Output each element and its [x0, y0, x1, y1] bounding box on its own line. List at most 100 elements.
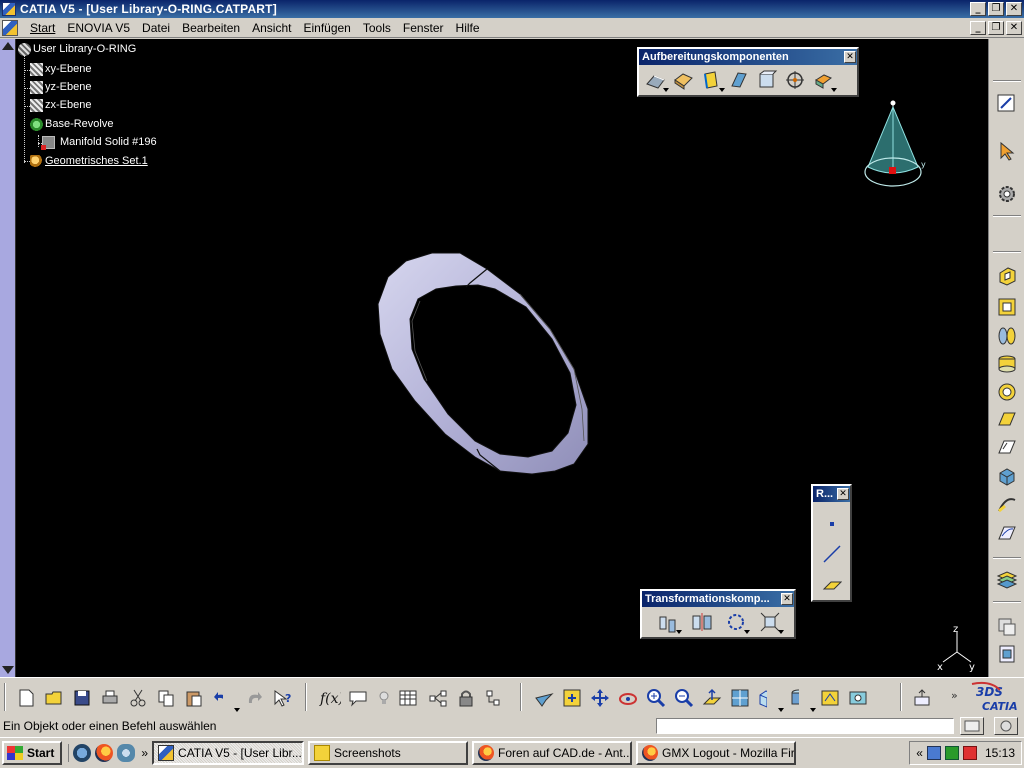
zoom-out-icon[interactable] — [672, 686, 696, 710]
print-icon[interactable] — [98, 686, 122, 710]
toolbar-close-button[interactable]: ✕ — [837, 488, 849, 500]
firefox-icon[interactable] — [95, 744, 114, 762]
groove-icon[interactable] — [995, 380, 1019, 404]
draft-tool-icon[interactable] — [699, 68, 725, 92]
toolbar-aufbereitungskomponenten[interactable]: Aufbereitungskomponenten ✕ — [637, 47, 859, 97]
shaft-icon[interactable] — [995, 324, 1019, 348]
tree-item-xy-plane[interactable]: xy-Ebene — [30, 61, 91, 77]
menu-datei[interactable]: Datei — [136, 21, 176, 35]
catia-app-icon[interactable] — [2, 2, 16, 16]
body-insert-icon[interactable] — [995, 642, 1019, 666]
tray-expand-button[interactable]: « — [916, 746, 923, 760]
doc-minimize-button[interactable]: _ — [970, 20, 986, 35]
redo-icon[interactable] — [242, 686, 266, 710]
restore-button[interactable]: ❐ — [988, 2, 1004, 16]
formula-icon[interactable]: f(x) — [318, 686, 342, 710]
paste-icon[interactable] — [182, 686, 206, 710]
toolbar-title-bar[interactable]: R... ✕ — [813, 486, 850, 502]
rotate-icon[interactable] — [616, 686, 640, 710]
toolbar-referenzelemente[interactable]: R... ✕ — [811, 484, 852, 602]
power-input-icon[interactable] — [960, 717, 984, 735]
task-catia[interactable]: CATIA V5 - [User Libr... — [152, 741, 305, 765]
boolean-icon[interactable] — [995, 614, 1019, 638]
toolbar-close-button[interactable]: ✕ — [844, 51, 856, 63]
menu-bearbeiten[interactable]: Bearbeiten — [176, 21, 246, 35]
menu-tools[interactable]: Tools — [357, 21, 397, 35]
design-table-icon[interactable] — [396, 686, 420, 710]
line-tool-icon[interactable] — [820, 542, 844, 566]
toolbar-close-button[interactable]: ✕ — [781, 593, 793, 605]
thread-tool-icon[interactable] — [783, 68, 807, 92]
minimize-button[interactable]: _ — [970, 2, 986, 16]
scroll-up-icon[interactable] — [2, 42, 14, 50]
new-document-icon[interactable] — [14, 686, 38, 710]
lock-icon[interactable] — [454, 686, 478, 710]
tree-item-base-revolve[interactable]: Base-Revolve — [30, 116, 113, 132]
scale-tool-icon[interactable] — [758, 610, 784, 634]
menu-ansicht[interactable]: Ansicht — [246, 21, 297, 35]
scroll-down-icon[interactable] — [2, 666, 14, 674]
doc-close-button[interactable]: ✕ — [1006, 20, 1022, 35]
shell-tool-icon[interactable] — [727, 68, 751, 92]
pan-icon[interactable] — [588, 686, 612, 710]
tree-item-zx-plane[interactable]: zx-Ebene — [30, 97, 91, 113]
interference-icon[interactable] — [910, 686, 934, 710]
close-button[interactable]: ✕ — [1006, 2, 1022, 16]
o-ring-model[interactable] — [360, 209, 620, 509]
task-gmx-logout[interactable]: GMX Logout - Mozilla Fire... — [636, 741, 797, 765]
menu-hilfe[interactable]: Hilfe — [450, 21, 486, 35]
removed-multi-section-icon[interactable] — [995, 521, 1019, 545]
swap-visible-space-icon[interactable] — [846, 686, 870, 710]
save-icon[interactable] — [70, 686, 94, 710]
menu-fenster[interactable]: Fenster — [397, 21, 450, 35]
solid-combine-icon[interactable] — [995, 464, 1019, 488]
task-cad-forum[interactable]: Foren auf CAD.de - Ant... — [472, 741, 633, 765]
fly-mode-icon[interactable] — [532, 686, 556, 710]
multi-view-icon[interactable] — [728, 686, 752, 710]
stop-command-icon[interactable] — [994, 717, 1018, 735]
tree-item-manifold-solid[interactable]: Manifold Solid #196 — [41, 134, 157, 150]
fit-all-icon[interactable] — [560, 686, 584, 710]
thickness-tool-icon[interactable] — [755, 68, 779, 92]
light-bulb-icon[interactable] — [372, 686, 396, 710]
point-tool-icon[interactable] — [820, 512, 844, 536]
toolbar-transformationskomponenten[interactable]: Transformationskomp... ✕ — [640, 589, 796, 639]
network-icon[interactable] — [926, 746, 941, 760]
cut-icon[interactable] — [126, 686, 150, 710]
zoom-in-icon[interactable] — [644, 686, 668, 710]
mirror-tool-icon[interactable] — [690, 610, 714, 634]
hide-show-icon[interactable] — [818, 686, 842, 710]
toolbar-title-bar[interactable]: Transformationskomp... ✕ — [642, 591, 794, 607]
hole-icon[interactable] — [995, 352, 1019, 376]
plane-tool-icon[interactable] — [820, 572, 844, 596]
task-screenshots[interactable]: Screenshots — [308, 741, 469, 765]
rib-icon[interactable] — [995, 408, 1019, 432]
multi-section-icon[interactable] — [995, 493, 1019, 517]
undo-icon[interactable] — [212, 686, 240, 712]
gear-icon[interactable] — [995, 182, 1019, 206]
green-tray-icon[interactable] — [944, 746, 959, 760]
select-arrow-icon[interactable] — [995, 139, 1019, 163]
knowledge-comment-icon[interactable] — [346, 686, 370, 710]
open-folder-icon[interactable] — [42, 686, 66, 710]
start-button[interactable]: Start — [2, 741, 63, 765]
chamfer-tool-icon[interactable] — [671, 68, 695, 92]
menu-enovia[interactable]: ENOVIA V5 — [61, 21, 136, 35]
remove-face-tool-icon[interactable] — [811, 68, 837, 92]
tree-root[interactable]: User Library-O-RING — [18, 41, 136, 57]
slot-icon[interactable] — [995, 436, 1019, 460]
command-input[interactable] — [656, 718, 954, 734]
iso-view-icon[interactable] — [756, 686, 784, 712]
tree-item-geometric-set[interactable]: Geometrisches Set.1 — [30, 153, 148, 169]
surface-based-icon[interactable] — [995, 567, 1019, 591]
pattern-tool-icon[interactable] — [724, 610, 750, 634]
tree-scrollbar[interactable] — [0, 39, 16, 677]
red-tray-icon[interactable] — [962, 746, 977, 760]
clock[interactable]: 15:13 — [985, 746, 1015, 760]
compass-icon[interactable]: y — [858, 97, 928, 192]
media-player-icon[interactable] — [117, 744, 136, 762]
internet-explorer-icon[interactable] — [73, 744, 92, 762]
catalog-browser-icon[interactable] — [426, 686, 450, 710]
toolbar-overflow-icon[interactable]: » — [946, 686, 970, 710]
whats-this-icon[interactable]: ? — [270, 686, 294, 710]
